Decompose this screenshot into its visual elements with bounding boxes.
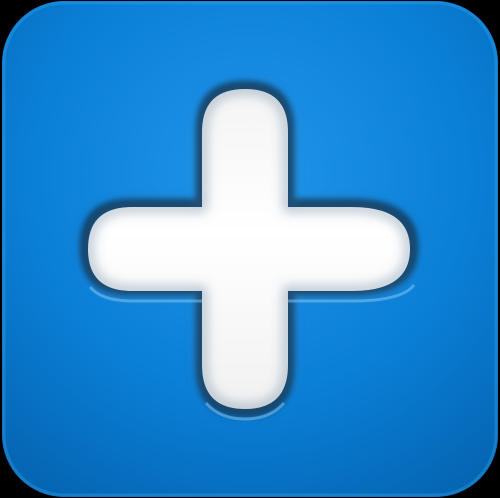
app-icon-tile[interactable] [2, 1, 498, 497]
plus-icon-graphic [2, 1, 498, 497]
